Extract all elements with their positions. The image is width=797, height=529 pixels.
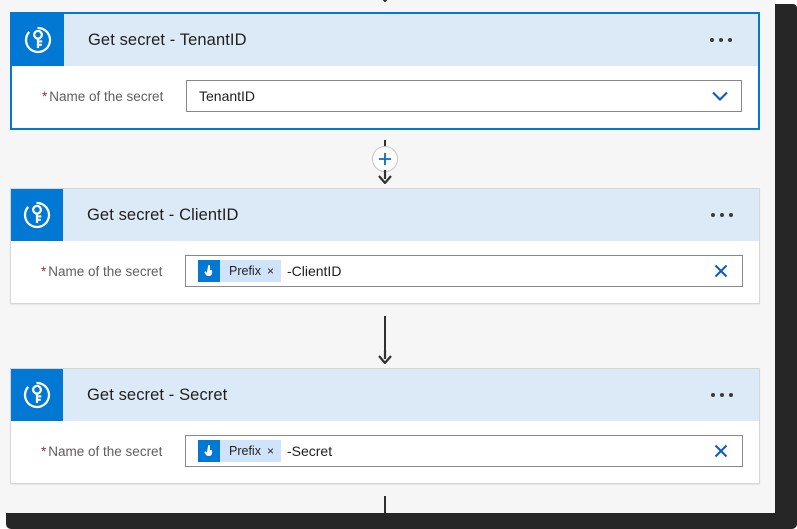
key-vault-glyph bbox=[23, 381, 51, 409]
trigger-hand-glyph bbox=[204, 445, 213, 456]
card-overflow-menu-button[interactable] bbox=[690, 14, 758, 66]
field-label-text: Name of the secret bbox=[49, 88, 164, 104]
card-title: Get secret - Secret bbox=[87, 385, 228, 404]
clear-x-icon[interactable] bbox=[706, 258, 736, 284]
ellipsis-dot bbox=[711, 213, 715, 217]
card-header[interactable]: Get secret - ClientID bbox=[11, 189, 759, 241]
action-card-get-secret-clientid[interactable]: Get secret - ClientID * Name of the secre… bbox=[10, 188, 760, 304]
ellipsis-dot bbox=[711, 393, 715, 397]
trigger-hand-glyph bbox=[204, 265, 213, 276]
key-vault-glyph bbox=[24, 26, 52, 54]
trigger-hand-icon bbox=[198, 260, 220, 282]
dynamic-content-token[interactable]: Prefix × bbox=[198, 440, 281, 462]
connector-line bbox=[384, 496, 386, 513]
input-suffix-text: -Secret bbox=[286, 443, 333, 459]
secret-name-input[interactable]: Prefix × -Secret bbox=[185, 435, 743, 467]
ellipsis-dot bbox=[729, 213, 733, 217]
card-header[interactable]: Get secret - TenantID bbox=[12, 14, 758, 66]
logic-app-designer-surface: Get secret - TenantID * Name of the secre… bbox=[0, 0, 776, 513]
key-vault-glyph bbox=[23, 201, 51, 229]
card-overflow-menu-button[interactable] bbox=[691, 189, 759, 241]
ellipsis-dot bbox=[728, 38, 732, 42]
chevron-down-icon[interactable] bbox=[705, 83, 735, 109]
field-label-name-of-the-secret: * Name of the secret bbox=[27, 264, 185, 279]
key-vault-icon bbox=[12, 14, 64, 66]
window-frame-bottom bbox=[6, 513, 797, 529]
clear-x-glyph bbox=[714, 264, 728, 278]
ellipsis-dot bbox=[710, 38, 714, 42]
arrow-down-icon bbox=[378, 170, 392, 184]
card-overflow-menu-button[interactable] bbox=[691, 369, 759, 421]
token-remove-icon[interactable]: × bbox=[267, 445, 281, 457]
chevron-down-glyph bbox=[712, 91, 728, 101]
clear-x-glyph bbox=[714, 444, 728, 458]
card-header[interactable]: Get secret - Secret bbox=[11, 369, 759, 421]
connector-2-3 bbox=[375, 316, 395, 370]
secret-name-input[interactable]: Prefix × -ClientID bbox=[185, 255, 743, 287]
ellipsis-dot bbox=[720, 393, 724, 397]
field-label-name-of-the-secret: * Name of the secret bbox=[28, 89, 186, 104]
connector-bottom bbox=[375, 496, 395, 513]
input-suffix-text: -ClientID bbox=[286, 263, 342, 279]
connector-top bbox=[375, 0, 395, 8]
action-card-get-secret-tenantid[interactable]: Get secret - TenantID * Name of the secre… bbox=[10, 12, 760, 130]
trigger-hand-icon bbox=[198, 440, 220, 462]
plus-icon bbox=[379, 153, 391, 165]
required-marker: * bbox=[41, 263, 47, 279]
field-label-name-of-the-secret: * Name of the secret bbox=[27, 444, 185, 459]
arrow-down-icon bbox=[378, 350, 392, 364]
window-frame-right bbox=[775, 4, 797, 522]
field-label-text: Name of the secret bbox=[48, 263, 163, 279]
token-label: Prefix bbox=[229, 444, 261, 458]
card-body: * Name of the secret TenantID bbox=[12, 66, 758, 128]
token-label: Prefix bbox=[229, 264, 261, 278]
secret-name-input[interactable]: TenantID bbox=[186, 80, 742, 112]
clear-x-icon[interactable] bbox=[706, 438, 736, 464]
key-vault-icon bbox=[11, 189, 63, 241]
field-label-text: Name of the secret bbox=[48, 443, 163, 459]
card-title: Get secret - TenantID bbox=[88, 30, 247, 49]
card-title: Get secret - ClientID bbox=[87, 205, 239, 224]
action-card-get-secret-secret[interactable]: Get secret - Secret *Name of the secret bbox=[10, 368, 760, 484]
connector-with-insert bbox=[372, 140, 398, 186]
ellipsis-dot bbox=[719, 38, 723, 42]
card-body: * Name of the secret Prefix × -Secret bbox=[11, 421, 759, 483]
screenshot-canvas: Get secret - TenantID * Name of the secre… bbox=[0, 0, 797, 529]
required-marker: * bbox=[42, 88, 48, 104]
ellipsis-dot bbox=[729, 393, 733, 397]
key-vault-icon bbox=[11, 369, 63, 421]
insert-step-button[interactable] bbox=[372, 146, 398, 172]
input-value: TenantID bbox=[199, 88, 256, 104]
ellipsis-dot bbox=[720, 213, 724, 217]
arrow-down-icon bbox=[382, 0, 388, 2]
dynamic-content-token[interactable]: Prefix × bbox=[198, 260, 281, 282]
token-remove-icon[interactable]: × bbox=[267, 265, 281, 277]
card-body: * Name of the secret Prefix × -ClientID bbox=[11, 241, 759, 303]
required-marker: * bbox=[41, 443, 47, 459]
